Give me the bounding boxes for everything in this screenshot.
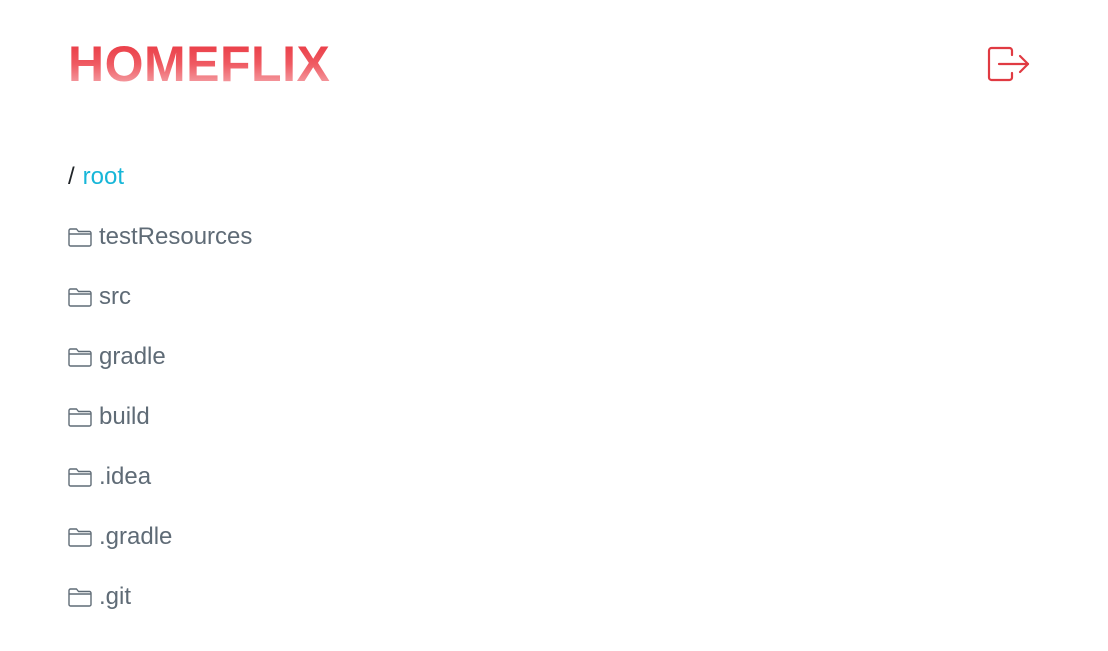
folder-name: src [99, 283, 131, 310]
header: HOMEFLIX [0, 0, 1108, 120]
folder-icon [68, 226, 94, 248]
folder-name: .git [99, 583, 132, 610]
folder-name: build [99, 403, 150, 430]
folder-icon [68, 586, 94, 608]
folder-icon [68, 526, 94, 548]
folder-name: .idea [99, 463, 152, 490]
folder-name: .gradle [99, 523, 173, 550]
homeflix-logo[interactable]: HOMEFLIX [68, 36, 330, 92]
folder-item[interactable]: .gradle [68, 522, 252, 552]
folder-icon [68, 286, 94, 308]
box-arrow-right-icon [987, 46, 1030, 82]
folder-list: testResources src gradle build .idea .gr… [68, 222, 252, 642]
breadcrumb-separator: / [68, 163, 75, 190]
folder-item[interactable]: build [68, 402, 252, 432]
folder-name: testResources [99, 223, 253, 250]
folder-name: gradle [99, 343, 166, 370]
breadcrumb-root-link[interactable]: root [83, 163, 124, 190]
folder-icon [68, 346, 94, 368]
logout-button[interactable] [984, 44, 1032, 84]
folder-icon [68, 466, 94, 488]
breadcrumb: / root [68, 163, 124, 191]
folder-icon [68, 406, 94, 428]
folder-item[interactable]: testResources [68, 222, 252, 252]
folder-item[interactable]: .idea [68, 462, 252, 492]
folder-item[interactable]: src [68, 282, 252, 312]
folder-item[interactable]: .git [68, 582, 252, 612]
folder-item[interactable]: gradle [68, 342, 252, 372]
